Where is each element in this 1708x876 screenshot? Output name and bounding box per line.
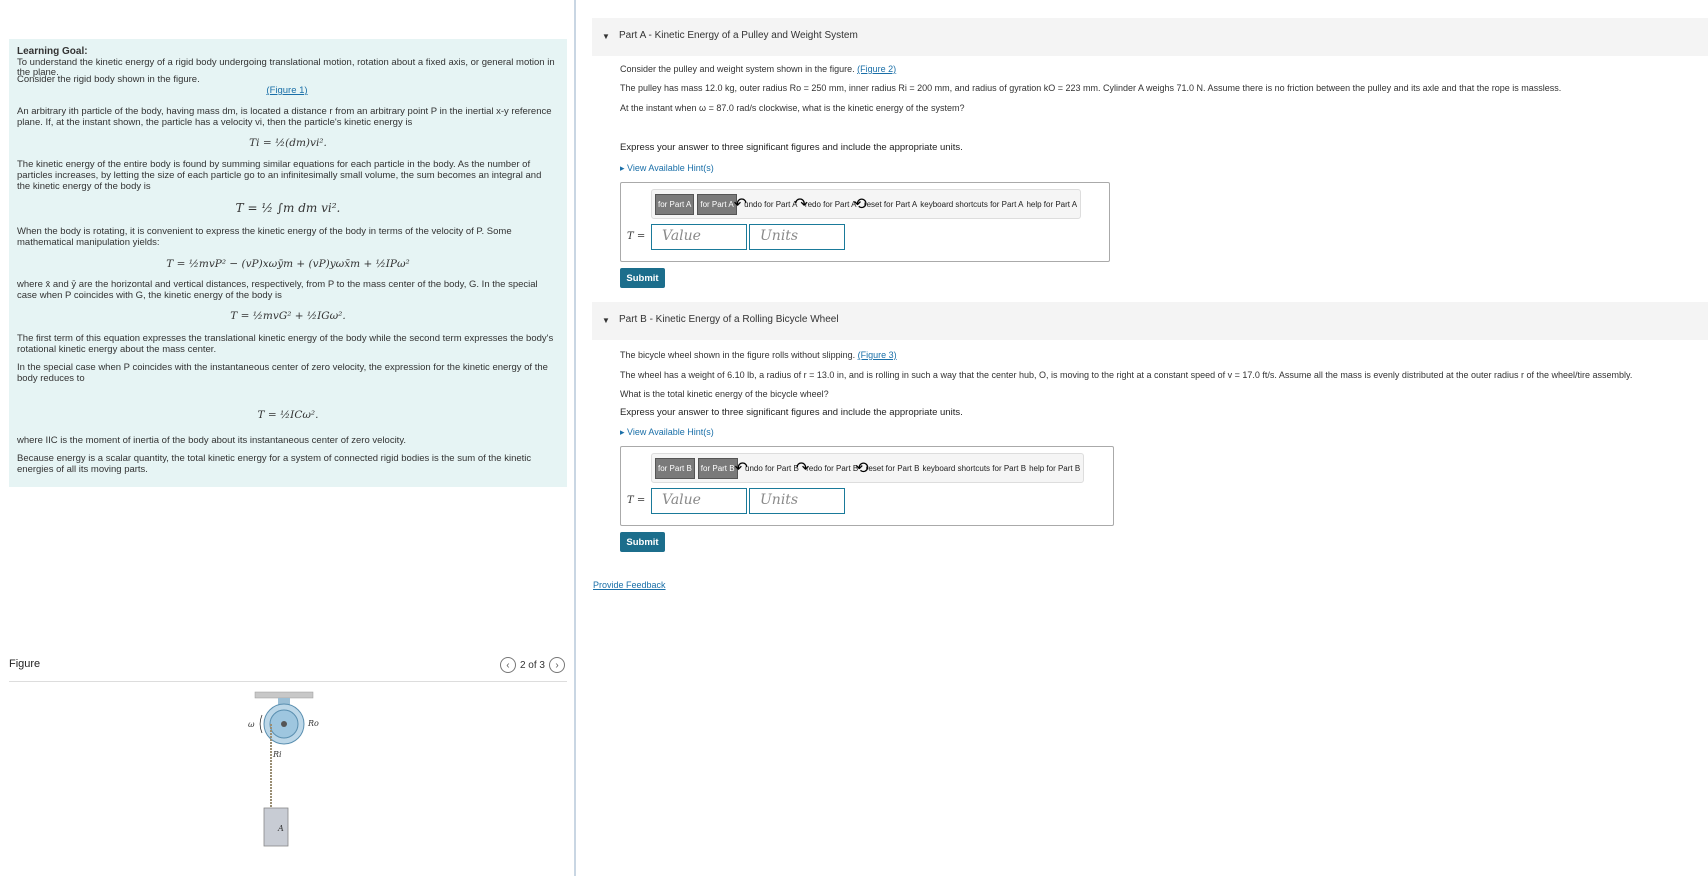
part-a-hint-toggle[interactable]: ▸ View Available Hint(s) (620, 163, 714, 174)
redo-button[interactable]: redo for Part A (805, 200, 857, 209)
part-a-question: At the instant when ω = 87.0 rad/s clock… (620, 103, 965, 113)
help-button[interactable]: help for Part A (1026, 200, 1077, 209)
para-particle: An arbitrary ith particle of the body, h… (17, 106, 552, 128)
part-b-hint-toggle[interactable]: ▸ View Available Hint(s) (620, 427, 714, 438)
reset-button[interactable]: reset for Part B (866, 464, 920, 473)
reset-button[interactable]: reset for Part A (864, 200, 917, 209)
figure-header: Figure ‹ 2 of 3 › (9, 654, 567, 682)
part-a-given: The pulley has mass 12.0 kg, outer radiu… (620, 83, 1562, 93)
units-template-button[interactable]: for Part A (697, 193, 737, 215)
part-b-answer-label: T = (627, 495, 646, 506)
part-a-intro: Consider the pulley and weight system sh… (620, 64, 855, 74)
part-a-units-input[interactable]: Units (749, 224, 845, 250)
part-b-instruction: Express your answer to three significant… (620, 407, 963, 418)
templates-button[interactable]: for Part B (655, 457, 695, 479)
part-a-value-input[interactable]: Value (651, 224, 747, 250)
para-rotating: When the body is rotating, it is conveni… (17, 226, 512, 248)
part-a-submit-button[interactable]: Submit (620, 268, 665, 288)
part-b-question: What is the total kinetic energy of the … (620, 389, 829, 399)
part-b-units-input[interactable]: Units (749, 488, 845, 514)
part-b-toolbar: for Part B for Part B ↶ undo for Part B … (651, 453, 1085, 483)
equation-integral: T = ½ ∫m dm vi². (235, 201, 341, 215)
undo-button[interactable]: undo for Part B (745, 464, 799, 473)
part-b-hint-label: View Available Hint(s) (627, 427, 714, 437)
undo-button[interactable]: undo for Part A (744, 200, 797, 209)
redo-button[interactable]: redo for Part B (806, 464, 858, 473)
templates-button[interactable]: for Part A (655, 193, 695, 215)
para-terms: The first term of this equation expresse… (17, 333, 554, 355)
figure-pager: ‹ 2 of 3 › (499, 657, 565, 673)
part-a-hint-label: View Available Hint(s) (627, 163, 714, 173)
pane-divider[interactable] (574, 0, 576, 876)
equation-g: T = ½mvG² + ½IGω². (230, 310, 346, 322)
chevron-left-icon: ‹ (506, 659, 510, 671)
caret-right-icon: ▸ (620, 163, 625, 173)
figure-1-link[interactable]: (Figure 1) (266, 85, 307, 96)
part-b-value-input[interactable]: Value (651, 488, 747, 514)
figure-2-link[interactable]: (Figure 2) (857, 64, 896, 74)
provide-feedback-link[interactable]: Provide Feedback (593, 580, 666, 590)
ri-label: Ri (272, 750, 282, 759)
learning-goal-box: Learning Goal: To understand the kinetic… (9, 39, 567, 487)
part-b-title: Part B - Kinetic Energy of a Rolling Bic… (619, 314, 839, 325)
left-pane: Learning Goal: To understand the kinetic… (0, 0, 574, 876)
figure-3-link[interactable]: (Figure 3) (858, 350, 897, 360)
equation-ic: T = ½ICω². (257, 409, 319, 421)
part-b-answer-box: for Part B for Part B ↶ undo for Part B … (620, 446, 1114, 526)
caret-down-icon: ▼ (602, 32, 610, 41)
goal-title: Learning Goal: (17, 46, 88, 57)
omega-label: ω (248, 720, 255, 729)
para-iic: where IIC is the moment of inertia of th… (17, 435, 407, 446)
keyboard-shortcuts-button[interactable]: keyboard shortcuts for Part B (922, 464, 1026, 473)
para-ic: In the special case when P coincides wit… (17, 362, 548, 384)
para-mass-center: where x̄ and ȳ are the horizontal and ve… (17, 279, 538, 301)
prev-figure-button[interactable]: ‹ (499, 657, 516, 673)
caret-right-icon: ▸ (620, 427, 625, 437)
part-b-submit-button[interactable]: Submit (620, 532, 665, 552)
equation-ti: Ti = ½(dm)vi². (249, 137, 327, 149)
keyboard-shortcuts-button[interactable]: keyboard shortcuts for Part A (920, 200, 1023, 209)
ro-label: Ro (307, 719, 319, 728)
part-a-title: Part A - Kinetic Energy of a Pulley and … (619, 30, 858, 41)
part-b-given: The wheel has a weight of 6.10 lb, a rad… (620, 370, 1633, 380)
next-figure-button[interactable]: › (549, 657, 565, 673)
caret-down-icon: ▼ (602, 316, 610, 325)
a-label: A (277, 824, 284, 833)
help-button[interactable]: help for Part B (1029, 464, 1080, 473)
equation-general: T = ½mvP² − (vP)xωȳm + (vP)yωx̄m + ½IPω² (166, 258, 410, 270)
part-a-header[interactable]: ▼ Part A - Kinetic Energy of a Pulley an… (592, 18, 1708, 56)
part-a-answer-label: T = (627, 231, 646, 242)
figure-title: Figure (9, 658, 41, 670)
pulley-figure: ω Ro Ri A (248, 691, 319, 847)
part-a-toolbar: for Part A for Part A ↶ undo for Part A … (651, 189, 1082, 219)
right-pane: ▼ Part A - Kinetic Energy of a Pulley an… (578, 0, 1708, 876)
para-scalar: Because energy is a scalar quantity, the… (17, 453, 532, 475)
part-b-intro: The bicycle wheel shown in the figure ro… (620, 350, 856, 360)
part-a-answer-box: for Part A for Part A ↶ undo for Part A … (620, 182, 1110, 262)
para-sum: The kinetic energy of the entire body is… (17, 159, 542, 192)
pager-text: 2 of 3 (519, 659, 545, 671)
chevron-right-icon: › (555, 659, 559, 671)
part-a-instruction: Express your answer to three significant… (620, 142, 963, 153)
part-b-header[interactable]: ▼ Part B - Kinetic Energy of a Rolling B… (592, 302, 1708, 340)
units-template-button[interactable]: for Part B (697, 457, 738, 479)
